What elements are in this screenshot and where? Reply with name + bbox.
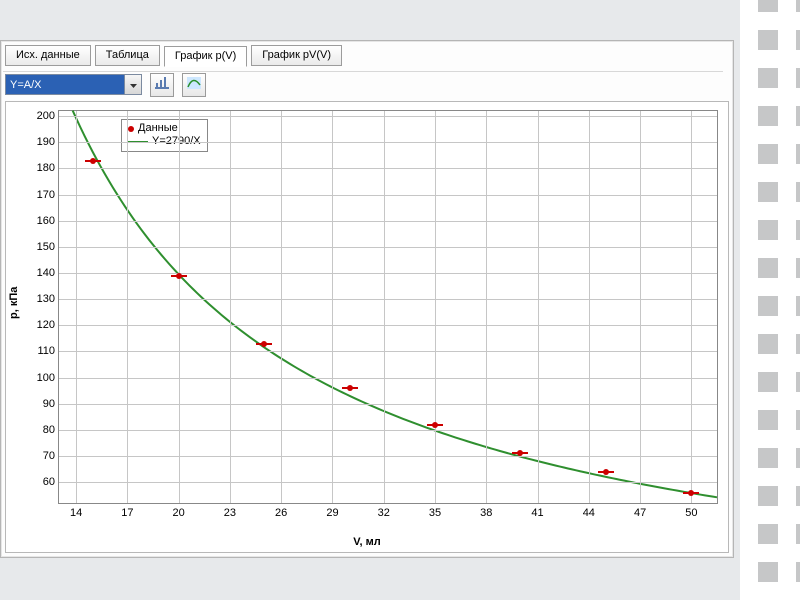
x-tick: 50 <box>685 503 697 519</box>
tab-pvv[interactable]: График pV(V) <box>251 45 342 66</box>
y-tick: 120 <box>37 319 59 331</box>
gridline <box>59 273 717 274</box>
fit-curve-button[interactable] <box>182 73 206 97</box>
gridline <box>589 111 590 503</box>
x-tick: 29 <box>326 503 338 519</box>
gridline <box>59 325 717 326</box>
combo-dropdown-button[interactable] <box>124 75 141 94</box>
legend-marker-icon <box>128 126 134 132</box>
y-axis-label: p, кПа <box>8 102 24 504</box>
gridline <box>332 111 333 503</box>
app-panel: Исх. данныеТаблицаГрафик p(V)График pV(V… <box>0 40 734 558</box>
x-tick: 44 <box>583 503 595 519</box>
gridline <box>59 142 717 143</box>
chart-icon <box>155 77 169 92</box>
x-tick: 17 <box>121 503 133 519</box>
x-tick: 23 <box>224 503 236 519</box>
gridline <box>59 168 717 169</box>
gridline <box>59 247 717 248</box>
tab-strip: Исх. данныеТаблицаГрафик p(V)График pV(V… <box>5 45 342 66</box>
gridline <box>230 111 231 503</box>
gridline <box>59 221 717 222</box>
fit-function-field[interactable] <box>6 75 124 94</box>
gridline <box>281 111 282 503</box>
gridline <box>127 111 128 503</box>
y-tick: 110 <box>37 345 59 357</box>
chart-toolbar <box>3 71 723 97</box>
chevron-down-icon <box>130 79 137 91</box>
gridline <box>59 351 717 352</box>
gridline <box>179 111 180 503</box>
tab-table[interactable]: Таблица <box>95 45 160 66</box>
chart-container: p, кПа Данные Y=2790/X 60708090100110120… <box>5 101 729 553</box>
x-tick: 38 <box>480 503 492 519</box>
gridline <box>76 111 77 503</box>
x-tick: 26 <box>275 503 287 519</box>
gridline <box>59 482 717 483</box>
y-tick: 90 <box>43 398 59 410</box>
gridline <box>59 456 717 457</box>
plot-area[interactable]: Данные Y=2790/X 607080901001101201301401… <box>58 110 718 504</box>
gridline <box>59 430 717 431</box>
curve-icon <box>187 77 201 92</box>
legend-data-label: Данные <box>138 122 178 135</box>
y-tick: 140 <box>37 267 59 279</box>
x-tick: 35 <box>429 503 441 519</box>
gridline <box>691 111 692 503</box>
x-tick: 32 <box>378 503 390 519</box>
y-tick: 150 <box>37 241 59 253</box>
gridline <box>435 111 436 503</box>
gridline <box>59 299 717 300</box>
y-tick: 80 <box>43 424 59 436</box>
fit-curve <box>59 111 717 503</box>
x-tick: 47 <box>634 503 646 519</box>
x-tick: 20 <box>173 503 185 519</box>
gridline <box>59 195 717 196</box>
fit-function-combo[interactable] <box>5 74 142 95</box>
gridline <box>59 378 717 379</box>
legend: Данные Y=2790/X <box>121 119 208 152</box>
x-tick: 14 <box>70 503 82 519</box>
gridline <box>538 111 539 503</box>
window-shadow-pattern <box>740 0 800 600</box>
y-tick: 170 <box>37 189 59 201</box>
gridline <box>486 111 487 503</box>
y-tick: 100 <box>37 372 59 384</box>
y-tick: 160 <box>37 215 59 227</box>
gridline <box>59 404 717 405</box>
gridline <box>640 111 641 503</box>
tab-raw[interactable]: Исх. данные <box>5 45 91 66</box>
gridline <box>384 111 385 503</box>
y-tick: 200 <box>37 110 59 122</box>
x-tick: 41 <box>531 503 543 519</box>
y-tick: 70 <box>43 450 59 462</box>
gridline <box>59 116 717 117</box>
y-tick: 60 <box>43 476 59 488</box>
chart-settings-button[interactable] <box>150 73 174 97</box>
tab-pv[interactable]: График p(V) <box>164 46 247 67</box>
x-axis-label: V, мл <box>6 536 728 548</box>
y-tick: 190 <box>37 136 59 148</box>
y-tick: 130 <box>37 293 59 305</box>
y-tick: 180 <box>37 162 59 174</box>
